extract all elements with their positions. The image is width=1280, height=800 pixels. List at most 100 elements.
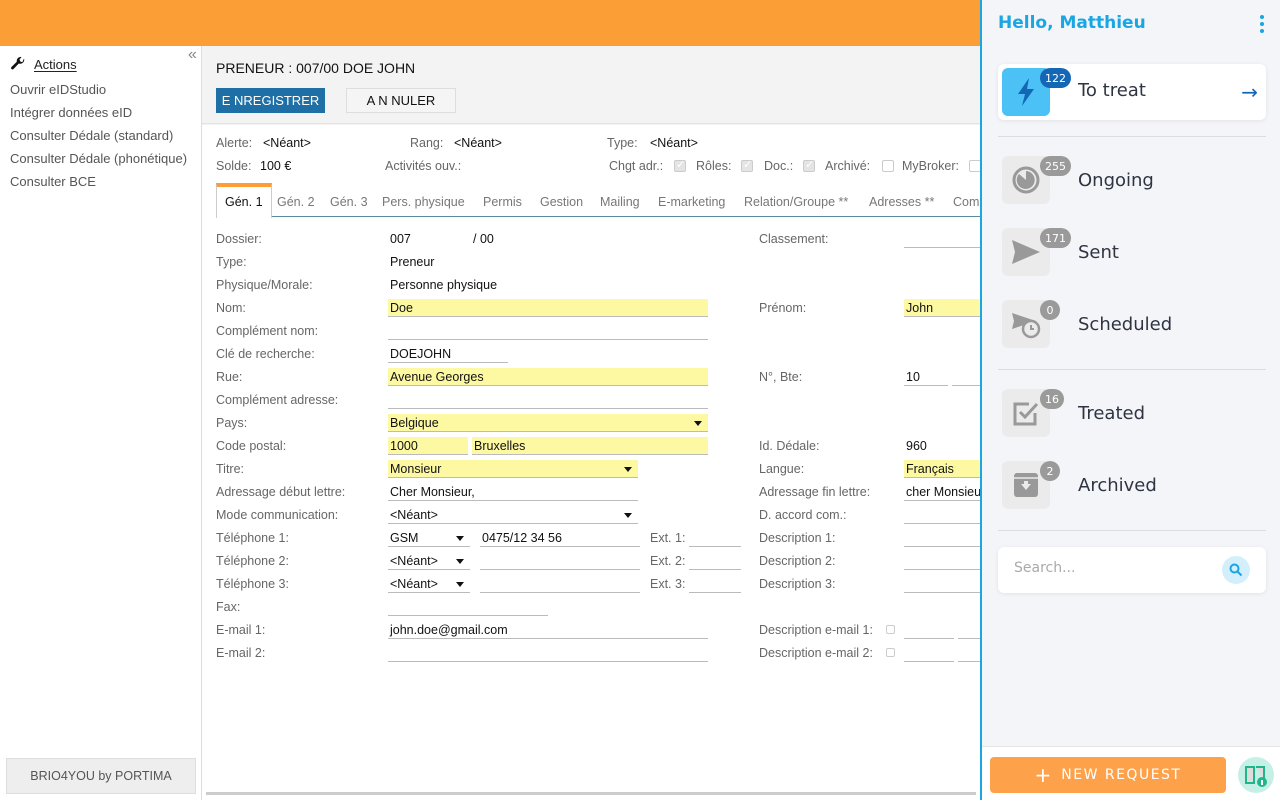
id-dedale-value: 960 <box>906 439 927 453</box>
arrow-right-icon: → <box>1241 80 1258 104</box>
item-scheduled[interactable]: 0 Scheduled <box>998 300 1266 348</box>
complement-nom-input[interactable] <box>388 322 708 340</box>
ext1-input[interactable] <box>689 529 741 547</box>
boite-input[interactable] <box>952 368 980 386</box>
save-button[interactable]: E NREGISTRER <box>216 88 325 113</box>
top-bar <box>0 0 980 46</box>
dossier-sub-value: / 00 <box>473 232 494 246</box>
tab-mailing[interactable]: Mailing <box>600 183 640 217</box>
item-archived[interactable]: 2 Archived <box>998 461 1266 509</box>
search-input[interactable] <box>1014 560 1214 576</box>
item-to-treat[interactable]: 122 To treat → <box>998 64 1266 120</box>
description-email1-checkbox[interactable] <box>886 625 895 634</box>
scheduled-count: 0 <box>1040 300 1060 320</box>
classement-input[interactable] <box>904 230 980 248</box>
description2-input[interactable] <box>904 552 980 570</box>
action-dedale-phonetic[interactable]: Consulter Dédale (phonétique) <box>10 151 187 174</box>
tab-gen1[interactable]: Gén. 1 <box>216 183 272 218</box>
titre-select[interactable]: Monsieur <box>388 460 638 478</box>
description-email1-label: Description e-mail 1: <box>759 623 873 637</box>
item-ongoing[interactable]: 255 Ongoing <box>998 156 1266 204</box>
tab-pers-physique[interactable]: Pers. physique <box>382 183 465 217</box>
archived-label: Archived <box>1078 475 1157 496</box>
tab-com[interactable]: Com <box>953 183 979 217</box>
description-email1-input[interactable] <box>904 621 954 639</box>
numero-label: N°, Bte: <box>759 370 803 384</box>
prenom-input[interactable]: John <box>904 299 980 317</box>
cancel-button[interactable]: A N NULER <box>346 88 456 113</box>
tab-gen2[interactable]: Gén. 2 <box>277 183 315 217</box>
tab-permis[interactable]: Permis <box>483 183 522 217</box>
type-value: <Néant> <box>650 136 698 150</box>
description-email2-input-2[interactable] <box>958 644 980 662</box>
new-request-button[interactable]: + NEW REQUEST <box>990 757 1226 793</box>
archived-count: 2 <box>1040 461 1060 481</box>
tab-emarketing[interactable]: E-marketing <box>658 183 725 217</box>
description-email2-checkbox[interactable] <box>886 648 895 657</box>
description2-label: Description 2: <box>759 554 836 568</box>
help-guide-icon[interactable] <box>1238 757 1274 793</box>
roles-checkbox[interactable] <box>741 158 753 172</box>
cle-recherche-input[interactable]: DOEJOHN <box>388 345 508 363</box>
email2-input[interactable] <box>388 644 708 662</box>
telephone2-input[interactable] <box>480 552 640 570</box>
actions-label: Actions <box>34 56 77 72</box>
code-postal-input[interactable]: 1000 <box>388 437 468 455</box>
actions-header[interactable]: Actions <box>10 56 77 72</box>
search-icon[interactable] <box>1222 556 1250 584</box>
mode-communication-select[interactable]: <Néant> <box>388 506 638 524</box>
adressage-fin-input[interactable]: cher Monsieur <box>904 483 980 501</box>
plus-icon: + <box>1034 763 1052 787</box>
description-email1-input-2[interactable] <box>958 621 980 639</box>
adressage-debut-input[interactable]: Cher Monsieur, <box>388 483 638 501</box>
action-consult-bce[interactable]: Consulter BCE <box>10 174 187 197</box>
archive-checkbox[interactable] <box>882 160 894 172</box>
physique-morale-label: Physique/Morale: <box>216 278 313 292</box>
telephone3-type-select[interactable]: <Néant> <box>388 575 470 593</box>
more-options-icon[interactable] <box>1260 15 1264 36</box>
numero-input[interactable]: 10 <box>904 368 948 386</box>
ville-input[interactable]: Bruxelles <box>472 437 708 455</box>
telephone2-type-select[interactable]: <Néant> <box>388 552 470 570</box>
type-field-value: Preneur <box>390 255 435 269</box>
item-sent[interactable]: 171 Sent <box>998 228 1266 276</box>
telephone1-type-select[interactable]: GSM <box>388 529 470 547</box>
titre-label: Titre: <box>216 462 245 476</box>
email2-label: E-mail 2: <box>216 646 266 660</box>
classement-label: Classement: <box>759 232 829 246</box>
to-treat-count: 122 <box>1040 68 1071 88</box>
tab-adresses[interactable]: Adresses ** <box>869 183 934 217</box>
item-treated[interactable]: 16 Treated <box>998 389 1266 437</box>
collapse-sidebar-icon[interactable]: « <box>188 46 197 64</box>
rang-label: Rang: <box>410 136 444 150</box>
horizontal-scrollbar[interactable] <box>206 792 976 795</box>
langue-select[interactable]: Français <box>904 460 980 478</box>
description1-input[interactable] <box>904 529 980 547</box>
nom-input[interactable]: Doe <box>388 299 708 317</box>
chgt-adr-checkbox[interactable] <box>674 158 686 172</box>
fax-input[interactable] <box>388 598 548 616</box>
action-open-eidstudio[interactable]: Ouvrir eIDStudio <box>10 82 187 105</box>
complement-adresse-label: Complément adresse: <box>216 393 339 407</box>
telephone1-input[interactable]: 0475/12 34 56 <box>480 529 640 547</box>
doc-label: Doc.: <box>764 159 794 173</box>
description-email2-input[interactable] <box>904 644 954 662</box>
description1-label: Description 1: <box>759 531 836 545</box>
doc-checkbox[interactable] <box>803 158 815 172</box>
complement-adresse-input[interactable] <box>388 391 708 409</box>
pays-select[interactable]: Belgique <box>388 414 708 432</box>
mybroker-label: MyBroker: <box>902 159 959 173</box>
ext3-input[interactable] <box>689 575 741 593</box>
description3-input[interactable] <box>904 575 980 593</box>
action-import-eid[interactable]: Intégrer données eID <box>10 105 187 128</box>
telephone3-label: Téléphone 3: <box>216 577 289 591</box>
tab-relation-groupe[interactable]: Relation/Groupe ** <box>744 183 848 217</box>
tab-gestion[interactable]: Gestion <box>540 183 583 217</box>
tab-gen3[interactable]: Gén. 3 <box>330 183 368 217</box>
telephone3-input[interactable] <box>480 575 640 593</box>
action-dedale-standard[interactable]: Consulter Dédale (standard) <box>10 128 187 151</box>
ext2-input[interactable] <box>689 552 741 570</box>
email1-input[interactable]: john.doe@gmail.com <box>388 621 708 639</box>
accord-com-input[interactable] <box>904 506 980 524</box>
rue-input[interactable]: Avenue Georges <box>388 368 708 386</box>
